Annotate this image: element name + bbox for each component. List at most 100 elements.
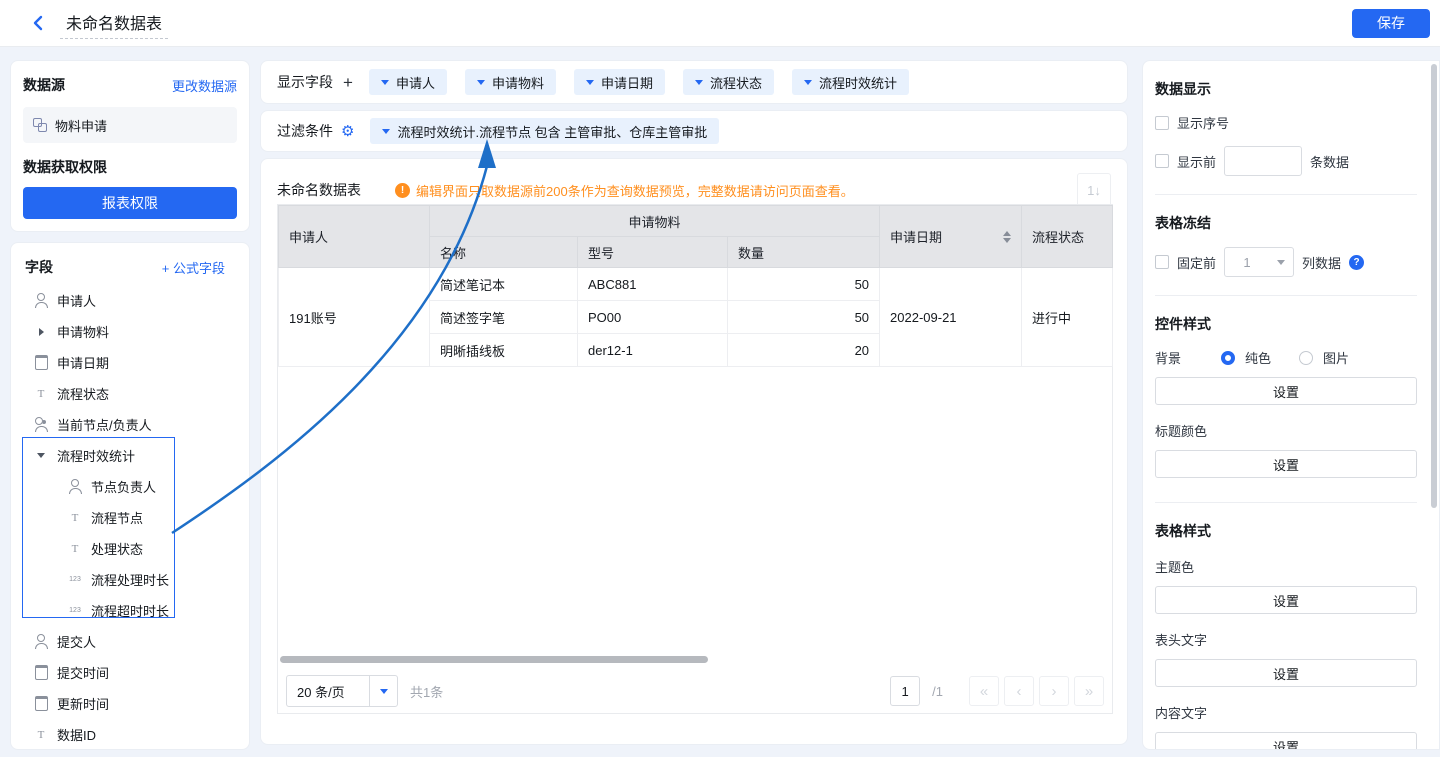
report-permission-button[interactable]: 报表权限 bbox=[23, 187, 237, 219]
change-datasource-link[interactable]: 更改数据源 bbox=[172, 76, 237, 95]
next-page-icon[interactable]: › bbox=[1039, 676, 1069, 706]
prev-page-icon[interactable]: ‹ bbox=[1004, 676, 1034, 706]
field-item[interactable]: 提交人 bbox=[11, 626, 237, 657]
vertical-scrollbar[interactable] bbox=[1431, 64, 1437, 508]
chevron-down-icon bbox=[381, 80, 389, 85]
show-first-suffix: 条数据 bbox=[1310, 152, 1349, 171]
field-item[interactable]: 申请物料 bbox=[11, 316, 237, 347]
calendar-icon bbox=[33, 355, 49, 371]
calendar-icon bbox=[33, 696, 49, 712]
theme-color-label: 主题色 bbox=[1155, 557, 1417, 576]
header-text-set-button[interactable]: 设置 bbox=[1155, 659, 1417, 687]
field-item[interactable]: 申请日期 bbox=[11, 347, 237, 378]
display-field-chip[interactable]: 申请人 bbox=[369, 69, 447, 95]
add-formula-field-link[interactable]: + 公式字段 bbox=[162, 258, 225, 277]
col-status: 流程状态 bbox=[1022, 206, 1113, 268]
filter-condition-chip[interactable]: 流程时效统计.流程节点 包含 主管审批、仓库主管审批 bbox=[370, 118, 719, 144]
display-field-chip[interactable]: 申请物料 bbox=[465, 69, 556, 95]
cell-name: 简述签字笔 bbox=[430, 301, 578, 334]
first-page-icon[interactable]: « bbox=[969, 676, 999, 706]
datasource-item[interactable]: 物料申请 bbox=[23, 107, 237, 143]
field-label: 流程节点 bbox=[91, 508, 143, 527]
chevron-down-icon bbox=[380, 689, 388, 694]
content-text-set-button[interactable]: 设置 bbox=[1155, 732, 1417, 750]
show-first-count-input[interactable] bbox=[1224, 146, 1302, 176]
field-label: 数据ID bbox=[57, 725, 96, 744]
chip-label: 申请日期 bbox=[601, 73, 653, 92]
field-item[interactable]: 提交时间 bbox=[11, 657, 237, 688]
inspector-panel: 数据显示 显示序号 显示前 条数据 表格冻结 固定前 1 列数据 ? 控件样式 … bbox=[1142, 60, 1440, 750]
field-item[interactable]: 流程处理时长 bbox=[11, 564, 237, 595]
chip-label: 申请人 bbox=[396, 73, 435, 92]
add-display-field-button[interactable]: + bbox=[343, 74, 353, 91]
page-size-select[interactable]: 20 条/页 bbox=[286, 675, 398, 707]
preview-notice: ! 编辑界面只取数据源前200条作为查询数据预览，完整数据请访问页面查看。 bbox=[395, 181, 854, 200]
chip-label: 申请物料 bbox=[492, 73, 544, 92]
bg-image-radio[interactable] bbox=[1299, 351, 1313, 365]
page-title[interactable]: 未命名数据表 bbox=[60, 8, 168, 39]
field-item[interactable]: 当前节点/负责人 bbox=[11, 409, 237, 440]
display-field-chip[interactable]: 申请日期 bbox=[574, 69, 665, 95]
user-icon bbox=[33, 634, 49, 650]
field-label: 申请人 bbox=[57, 291, 96, 310]
field-item[interactable]: 申请人 bbox=[11, 285, 237, 316]
chevron-down-icon bbox=[804, 80, 812, 85]
field-item[interactable]: 更新时间 bbox=[11, 688, 237, 719]
col-date[interactable]: 申请日期 bbox=[880, 206, 1022, 268]
chevron-down-icon bbox=[382, 129, 390, 134]
col-applicant: 申请人 bbox=[279, 206, 430, 268]
sort-arrows-icon[interactable] bbox=[1003, 231, 1011, 243]
show-index-checkbox[interactable] bbox=[1155, 116, 1169, 130]
background-set-button[interactable]: 设置 bbox=[1155, 377, 1417, 405]
text-icon bbox=[67, 510, 83, 526]
content-text-label: 内容文字 bbox=[1155, 703, 1417, 722]
field-item[interactable]: 流程状态 bbox=[11, 378, 237, 409]
field-label: 提交时间 bbox=[57, 663, 109, 682]
display-field-chip[interactable]: 流程时效统计 bbox=[792, 69, 909, 95]
chip-label: 流程状态 bbox=[710, 73, 762, 92]
text-icon bbox=[33, 386, 49, 402]
field-item[interactable]: 数据ID bbox=[11, 719, 237, 750]
field-item[interactable]: 流程节点 bbox=[11, 502, 237, 533]
sort-icon[interactable]: 1↓ bbox=[1077, 173, 1111, 207]
field-label: 流程处理时长 bbox=[91, 570, 169, 589]
warning-icon: ! bbox=[395, 183, 410, 198]
datasource-heading: 数据源 bbox=[23, 75, 65, 95]
caret-down-icon bbox=[33, 448, 49, 464]
show-index-label: 显示序号 bbox=[1177, 113, 1229, 132]
preview-table: 申请人申请物料申请日期流程状态名称型号数量191账号简述笔记本ABC881502… bbox=[278, 205, 1113, 367]
field-item[interactable]: 流程时效统计 bbox=[11, 440, 237, 471]
gear-icon[interactable] bbox=[341, 124, 354, 139]
back-icon[interactable] bbox=[26, 11, 50, 35]
freeze-count-select[interactable]: 1 bbox=[1224, 247, 1294, 277]
text-icon bbox=[33, 727, 49, 743]
title-color-set-button[interactable]: 设置 bbox=[1155, 450, 1417, 478]
table-header-row: 申请人申请物料申请日期流程状态 bbox=[279, 206, 1113, 237]
text-icon bbox=[67, 541, 83, 557]
show-first-checkbox[interactable] bbox=[1155, 154, 1169, 168]
cell-qty: 50 bbox=[728, 268, 880, 301]
horizontal-scrollbar[interactable] bbox=[280, 656, 708, 663]
last-page-icon[interactable]: » bbox=[1074, 676, 1104, 706]
chevron-down-icon bbox=[477, 80, 485, 85]
theme-color-set-button[interactable]: 设置 bbox=[1155, 586, 1417, 614]
field-item[interactable]: 节点负责人 bbox=[11, 471, 237, 502]
table-title: 未命名数据表 bbox=[277, 180, 361, 200]
permission-heading: 数据获取权限 bbox=[23, 157, 237, 177]
help-icon[interactable]: ? bbox=[1349, 255, 1364, 270]
field-item[interactable]: 处理状态 bbox=[11, 533, 237, 564]
cell-model: der12-1 bbox=[578, 334, 728, 367]
user-icon bbox=[67, 479, 83, 495]
filter-condition-text: 流程时效统计.流程节点 包含 主管审批、仓库主管审批 bbox=[397, 122, 707, 141]
field-label: 处理状态 bbox=[91, 539, 143, 558]
page-number-input[interactable]: 1 bbox=[890, 676, 920, 706]
save-button[interactable]: 保存 bbox=[1352, 9, 1430, 38]
field-label: 申请日期 bbox=[57, 353, 109, 372]
bg-solid-radio[interactable] bbox=[1221, 351, 1235, 365]
header-text-label: 表头文字 bbox=[1155, 630, 1417, 649]
display-field-chip[interactable]: 流程状态 bbox=[683, 69, 774, 95]
field-item[interactable]: 流程超时时长 bbox=[11, 595, 237, 626]
freeze-checkbox[interactable] bbox=[1155, 255, 1169, 269]
freeze-label: 固定前 bbox=[1177, 253, 1216, 272]
col-name: 名称 bbox=[430, 237, 578, 268]
